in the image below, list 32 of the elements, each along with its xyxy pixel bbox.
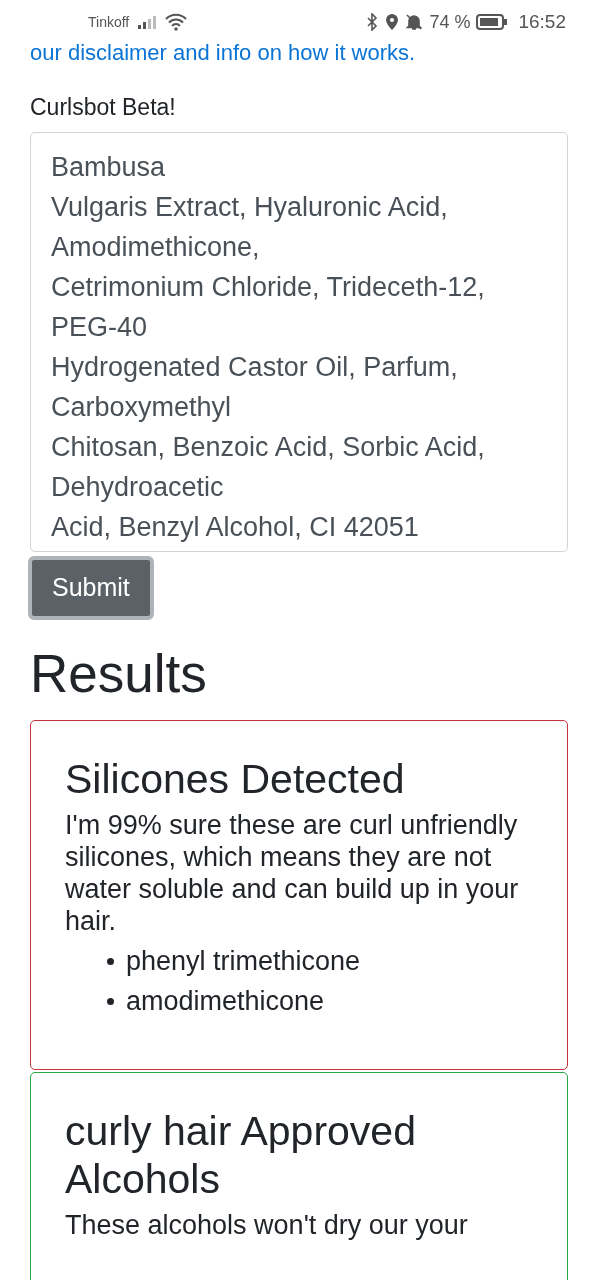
clock-time: 16:52: [518, 9, 566, 34]
muted-bell-icon: [405, 13, 424, 31]
field-text-line: Hydrogenated Castor Oil, Parfum,: [51, 351, 459, 384]
ingredients-field[interactable]: [30, 132, 568, 552]
field-text-line: PEG-40: [51, 311, 149, 344]
carrier-name: Tinkoff: [88, 12, 130, 32]
card-title: Silicones Detected: [65, 755, 406, 803]
battery-percent: 74 %: [429, 10, 471, 34]
bullet-icon: [107, 957, 114, 965]
results-heading: Results: [30, 644, 208, 704]
bullet-icon: [107, 997, 114, 1005]
card-text: These alcohols won't dry our your: [65, 1209, 469, 1241]
list-item-text: phenyl trimethicone: [126, 945, 361, 978]
disclaimer-link[interactable]: our disclaimer and info on how it works.: [30, 38, 568, 68]
field-text-line: Dehydroacetic: [51, 471, 225, 504]
signal-icon: [137, 14, 158, 30]
field-text-line: Acid, Benzyl Alcohol, CI 42051: [51, 511, 420, 544]
field-text-line: Carboxymethyl: [51, 391, 233, 424]
field-text-line: Cetrimonium Chloride, Trideceth-12,: [51, 271, 486, 304]
form-label: Curlsbot Beta!: [30, 93, 177, 122]
card-title: curly hair Approved Alcohols: [65, 1107, 417, 1203]
battery-icon: [476, 13, 509, 31]
field-text-line: Bambusa: [51, 151, 167, 184]
card-text: I'm 99% sure these are curl unfriendly silicones, which means they are not water soluble and can build up in your hair.: [65, 809, 520, 937]
submit-button[interactable]: Submit: [28, 556, 154, 620]
field-text-line: Vulgaris Extract, Hyaluronic Acid,: [51, 191, 449, 224]
wifi-icon: [165, 13, 188, 31]
field-text-line: Amodimethicone,: [51, 231, 261, 264]
bluetooth-icon: [365, 13, 380, 31]
location-icon: [385, 13, 400, 31]
list-item-text: amodimethicone: [126, 985, 325, 1018]
field-text-line: Chitosan, Benzoic Acid, Sorbic Acid,: [51, 431, 486, 464]
